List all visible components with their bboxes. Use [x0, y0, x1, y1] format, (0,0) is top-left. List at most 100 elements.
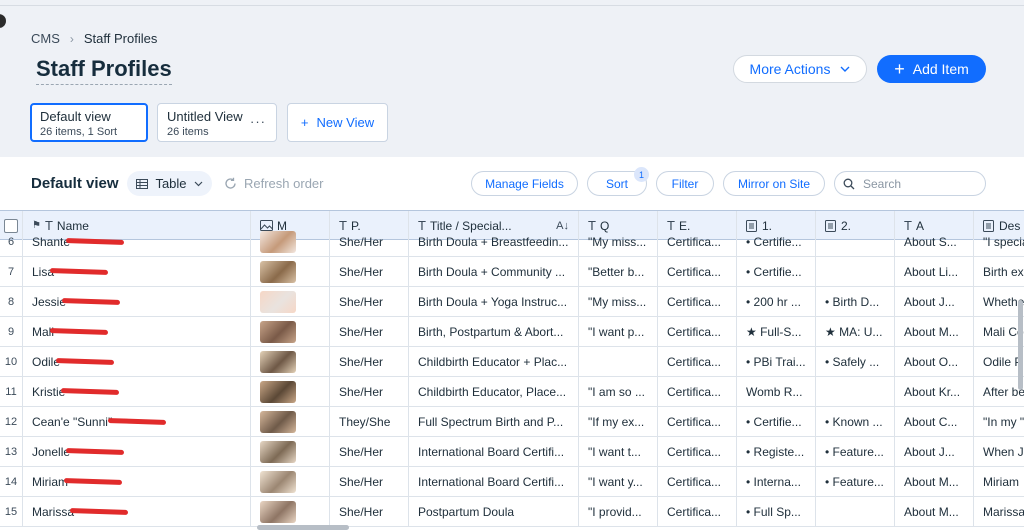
description-cell[interactable]: "I specia — [974, 227, 1024, 256]
rich-text-1-cell[interactable]: • 200 hr ... — [737, 287, 816, 316]
vertical-scrollbar[interactable] — [1018, 300, 1023, 390]
breadcrumb-cms-link[interactable]: CMS — [31, 31, 60, 46]
quote-cell[interactable]: "I want y... — [579, 467, 658, 496]
pronouns-cell[interactable]: She/Her — [330, 497, 409, 526]
profile-thumbnail[interactable] — [260, 230, 296, 253]
name-cell[interactable]: Jessie — [23, 287, 251, 316]
e-cell[interactable]: Certifica... — [658, 437, 737, 466]
profile-thumbnail[interactable] — [260, 410, 296, 433]
profile-thumbnail[interactable] — [260, 470, 296, 493]
name-cell[interactable]: Odile — [23, 347, 251, 376]
profile-thumbnail[interactable] — [260, 320, 296, 343]
quote-cell[interactable] — [579, 347, 658, 376]
table-row[interactable]: 10 Odile She/Her Childbirth Educator + Plac… — [0, 347, 1024, 377]
description-cell[interactable]: Whethe — [974, 287, 1024, 316]
rich-text-2-cell[interactable]: ★ MA: U... — [816, 317, 895, 346]
profile-thumbnail[interactable] — [260, 440, 296, 463]
quote-cell[interactable]: "I am so ... — [579, 377, 658, 406]
quote-cell[interactable]: "My miss... — [579, 287, 658, 316]
name-cell[interactable]: Mali — [23, 317, 251, 346]
e-cell[interactable]: Certifica... — [658, 377, 737, 406]
about-cell[interactable]: About M... — [895, 317, 974, 346]
name-cell[interactable]: Marissa — [23, 497, 251, 526]
description-cell[interactable]: Miriam — [974, 467, 1024, 496]
rich-text-2-cell[interactable] — [816, 377, 895, 406]
description-cell[interactable]: Birth ex — [974, 257, 1024, 286]
e-cell[interactable]: Certifica... — [658, 317, 737, 346]
mirror-on-site-button[interactable]: Mirror on Site — [723, 171, 825, 196]
search-box[interactable] — [834, 171, 986, 196]
page-title[interactable]: Staff Profiles — [36, 56, 172, 85]
rich-text-2-cell[interactable]: • Feature... — [816, 437, 895, 466]
table-row[interactable]: 12 Cean'e "Sunni" They/She Full Spectrum Bi… — [0, 407, 1024, 437]
filter-button[interactable]: Filter — [656, 171, 714, 196]
view-tab-untitled[interactable]: Untitled View 26 items ··· — [157, 103, 277, 142]
media-cell[interactable] — [251, 497, 330, 526]
rich-text-2-cell[interactable] — [816, 227, 895, 256]
pronouns-cell[interactable]: She/Her — [330, 287, 409, 316]
rich-text-1-cell[interactable]: • Certifie... — [737, 407, 816, 436]
more-options-icon[interactable]: ··· — [250, 114, 266, 129]
table-row[interactable]: 15 Marissa She/Her Postpartum Doula "I provi… — [0, 497, 1024, 527]
quote-cell[interactable]: "I provid... — [579, 497, 658, 526]
title-cell[interactable]: Postpartum Doula — [409, 497, 579, 526]
title-cell[interactable]: Birth Doula + Yoga Instruc... — [409, 287, 579, 316]
add-item-button[interactable]: + Add Item — [877, 55, 986, 83]
profile-thumbnail[interactable] — [260, 260, 296, 283]
pronouns-cell[interactable]: She/Her — [330, 227, 409, 256]
e-cell[interactable]: Certifica... — [658, 227, 737, 256]
description-cell[interactable]: Odile P — [974, 347, 1024, 376]
rich-text-1-cell[interactable]: • Certifie... — [737, 227, 816, 256]
rich-text-2-cell[interactable]: • Birth D... — [816, 287, 895, 316]
name-cell[interactable]: Cean'e "Sunni" — [23, 407, 251, 436]
pronouns-cell[interactable]: She/Her — [330, 317, 409, 346]
rich-text-1-cell[interactable]: • Certifie... — [737, 257, 816, 286]
media-cell[interactable] — [251, 227, 330, 256]
new-view-button[interactable]: + New View — [287, 103, 388, 142]
media-cell[interactable] — [251, 257, 330, 286]
title-cell[interactable]: International Board Certifi... — [409, 437, 579, 466]
quote-cell[interactable]: "Better b... — [579, 257, 658, 286]
rich-text-1-cell[interactable]: ★ Full-S... — [737, 317, 816, 346]
name-cell[interactable]: Shante — [23, 227, 251, 256]
rich-text-2-cell[interactable] — [816, 497, 895, 526]
e-cell[interactable]: Certifica... — [658, 347, 737, 376]
more-actions-button[interactable]: More Actions — [733, 55, 867, 83]
e-cell[interactable]: Certifica... — [658, 407, 737, 436]
about-cell[interactable]: About O... — [895, 347, 974, 376]
profile-thumbnail[interactable] — [260, 350, 296, 373]
pronouns-cell[interactable]: She/Her — [330, 377, 409, 406]
title-cell[interactable]: Childbirth Educator + Plac... — [409, 347, 579, 376]
description-cell[interactable]: After be — [974, 377, 1024, 406]
name-cell[interactable]: Jonelle — [23, 437, 251, 466]
description-cell[interactable]: "In my " — [974, 407, 1024, 436]
about-cell[interactable]: About Li... — [895, 257, 974, 286]
pronouns-cell[interactable]: They/She — [330, 407, 409, 436]
table-row[interactable]: 6 Shante She/Her Birth Doula + Breastfeedin… — [0, 227, 1024, 257]
quote-cell[interactable]: "I want t... — [579, 437, 658, 466]
table-row[interactable]: 13 Jonelle She/Her International Board Cert… — [0, 437, 1024, 467]
table-row[interactable]: 11 Kristie She/Her Childbirth Educator, Pla… — [0, 377, 1024, 407]
e-cell[interactable]: Certifica... — [658, 257, 737, 286]
title-cell[interactable]: Childbirth Educator, Place... — [409, 377, 579, 406]
table-row[interactable]: 8 Jessie She/Her Birth Doula + Yoga Instruc… — [0, 287, 1024, 317]
pronouns-cell[interactable]: She/Her — [330, 437, 409, 466]
search-input[interactable] — [861, 175, 975, 192]
table-row[interactable]: 7 Lisa She/Her Birth Doula + Community ... "… — [0, 257, 1024, 287]
profile-thumbnail[interactable] — [260, 290, 296, 313]
quote-cell[interactable]: "If my ex... — [579, 407, 658, 436]
rich-text-1-cell[interactable]: • PBi Trai... — [737, 347, 816, 376]
title-cell[interactable]: Birth Doula + Breastfeedin... — [409, 227, 579, 256]
about-cell[interactable]: About S... — [895, 227, 974, 256]
name-cell[interactable]: Kristie — [23, 377, 251, 406]
quote-cell[interactable]: "I want p... — [579, 317, 658, 346]
pronouns-cell[interactable]: She/Her — [330, 467, 409, 496]
manage-fields-button[interactable]: Manage Fields — [471, 171, 578, 196]
media-cell[interactable] — [251, 287, 330, 316]
pronouns-cell[interactable]: She/Her — [330, 347, 409, 376]
about-cell[interactable]: About J... — [895, 287, 974, 316]
title-cell[interactable]: Birth, Postpartum & Abort... — [409, 317, 579, 346]
about-cell[interactable]: About M... — [895, 497, 974, 526]
horizontal-scrollbar[interactable] — [257, 525, 349, 530]
table-row[interactable]: 14 Miriam She/Her International Board Certi… — [0, 467, 1024, 497]
